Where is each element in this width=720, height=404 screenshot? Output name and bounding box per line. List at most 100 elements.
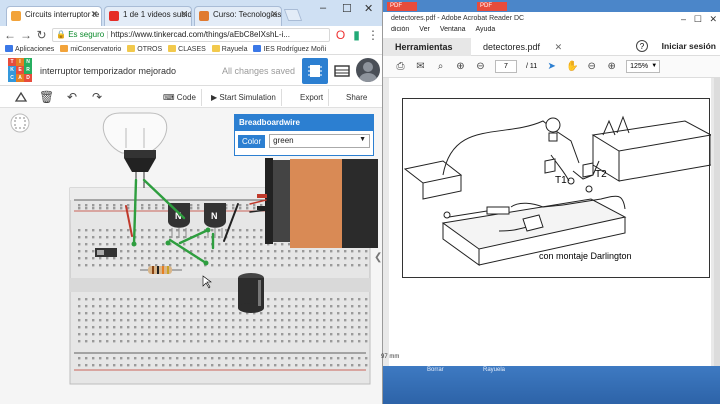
menu-window[interactable]: Ventana bbox=[440, 26, 466, 38]
bookmark-otros[interactable]: OTROS bbox=[127, 44, 162, 53]
menu-edit[interactable]: dición bbox=[391, 26, 409, 38]
page-number-input[interactable]: 7 bbox=[495, 60, 517, 73]
menu-icon[interactable]: ⋮ bbox=[367, 28, 379, 42]
breadboard-hole bbox=[169, 312, 172, 315]
component-list-button[interactable] bbox=[332, 58, 352, 84]
breadboard-hole bbox=[141, 207, 144, 210]
close-icon[interactable]: ✕ bbox=[180, 9, 188, 20]
breadboard-hole bbox=[211, 326, 214, 329]
breadboard-hole bbox=[148, 312, 151, 315]
battery-9v[interactable] bbox=[257, 158, 378, 248]
email-icon[interactable]: ✉ bbox=[415, 61, 426, 72]
breadboard-hole bbox=[365, 340, 368, 343]
menu-view[interactable]: Ver bbox=[419, 26, 430, 38]
print-icon[interactable]: ⎙ bbox=[395, 61, 406, 72]
close-window-icon[interactable]: ✕ bbox=[709, 14, 717, 25]
back-icon[interactable]: ← bbox=[4, 28, 16, 42]
minimize-icon[interactable]: – bbox=[320, 2, 326, 14]
forward-icon[interactable]: → bbox=[20, 28, 32, 42]
close-window-icon[interactable]: ✕ bbox=[364, 2, 373, 15]
breadboard-hole bbox=[365, 298, 368, 301]
breadboard-hole bbox=[155, 250, 158, 253]
zoom-out-icon[interactable]: ⊖ bbox=[586, 61, 597, 72]
document-canvas[interactable]: T1 T2 con montaje Darlington bbox=[383, 78, 720, 366]
bookmark-clases[interactable]: CLASES bbox=[168, 44, 206, 53]
breadboard-hole bbox=[316, 340, 319, 343]
new-tab-button[interactable] bbox=[283, 9, 303, 21]
desktop-background: Borrar Rayuela bbox=[383, 366, 720, 404]
select-cursor-icon[interactable]: ➤ bbox=[546, 61, 557, 72]
tab-tools[interactable]: Herramientas bbox=[383, 37, 471, 56]
page-down-icon[interactable]: ⊖ bbox=[475, 61, 486, 72]
breadboard-hole bbox=[218, 333, 221, 336]
light-bulb[interactable] bbox=[102, 112, 168, 188]
desktop-label[interactable]: Rayuela bbox=[483, 367, 505, 373]
bookmark-conservatorio[interactable]: miConservatorio bbox=[60, 44, 121, 53]
tinkercad-header: T I N K E R C A D interruptor temporizad… bbox=[0, 55, 382, 86]
maximize-icon[interactable]: ☐ bbox=[342, 2, 352, 15]
undo-icon[interactable]: ↶ bbox=[65, 90, 79, 104]
sign-in-link[interactable]: Iniciar sesión bbox=[662, 41, 716, 51]
circuit-illustration: T1 T2 con montaje Darlington bbox=[402, 98, 713, 278]
opera-extension-icon[interactable]: O bbox=[335, 28, 346, 42]
close-icon[interactable]: ✕ bbox=[270, 9, 278, 20]
menu-help[interactable]: Ayuda bbox=[476, 26, 496, 38]
minimize-icon[interactable]: – bbox=[681, 14, 686, 24]
start-simulation-button[interactable]: ▶ Start Simulation bbox=[206, 89, 282, 106]
maximize-icon[interactable]: ☐ bbox=[694, 14, 702, 25]
close-icon[interactable]: ✕ bbox=[90, 9, 98, 20]
breadboard-hole bbox=[295, 257, 298, 260]
breadboard-hole bbox=[99, 333, 102, 336]
rotate-icon[interactable] bbox=[14, 90, 28, 104]
circuit-workspace[interactable]: N N ❮ Breadboardwire Color green ▼ bbox=[0, 108, 382, 404]
tab-tinkercad[interactable]: Circuits interruptor te ✕ bbox=[6, 6, 102, 26]
tab-document[interactable]: detectores.pdf ✕ bbox=[471, 38, 574, 56]
breadboard-hole bbox=[239, 207, 242, 210]
pdf-tab[interactable]: PDF bbox=[477, 2, 507, 11]
avatar[interactable] bbox=[356, 58, 380, 82]
breadboard-hole bbox=[183, 257, 186, 260]
slide-switch[interactable] bbox=[95, 248, 117, 257]
search-icon[interactable]: ⌕ bbox=[435, 61, 446, 72]
url-input[interactable]: 🔒 Es seguro | https://www.tinkercad.com/… bbox=[52, 27, 330, 42]
project-title[interactable]: interruptor temporizador mejorado bbox=[40, 66, 176, 76]
page-up-icon[interactable]: ⊕ bbox=[455, 61, 466, 72]
breadboard-hole bbox=[309, 250, 312, 253]
breadboard-hole bbox=[281, 340, 284, 343]
bookmark-apps[interactable]: Aplicaciones bbox=[5, 44, 54, 53]
desktop-label[interactable]: Borrar bbox=[427, 367, 444, 373]
breadboard-hole bbox=[323, 312, 326, 315]
vertical-scrollbar[interactable] bbox=[714, 78, 720, 366]
color-select[interactable]: green ▼ bbox=[269, 134, 370, 148]
share-button[interactable]: Share bbox=[341, 89, 372, 106]
redo-icon[interactable]: ↷ bbox=[90, 90, 104, 104]
hand-icon[interactable]: ✋ bbox=[566, 61, 578, 72]
breadboard-hole bbox=[288, 250, 291, 253]
breadboard-hole bbox=[120, 340, 123, 343]
tab-course[interactable]: Curso: Tecnologías 4 ✕ bbox=[194, 6, 282, 26]
pdf-tab[interactable]: PDF bbox=[387, 2, 417, 11]
zoom-select[interactable]: 125% ▼ bbox=[626, 60, 661, 73]
fit-view-icon[interactable] bbox=[10, 113, 30, 133]
breadboard-hole bbox=[99, 257, 102, 260]
delete-icon[interactable]: 🗑 bbox=[39, 90, 54, 104]
circuit-view-button[interactable] bbox=[302, 58, 328, 84]
help-icon[interactable]: ? bbox=[636, 40, 648, 52]
breadboard-hole bbox=[358, 312, 361, 315]
chevron-left-icon[interactable]: ❮ bbox=[374, 252, 382, 263]
capacitor[interactable] bbox=[238, 273, 264, 313]
code-button[interactable]: ⌨ Code bbox=[158, 89, 202, 106]
breadboard-hole bbox=[204, 243, 207, 246]
zoom-in-icon[interactable]: ⊕ bbox=[606, 61, 617, 72]
bookmark-ies[interactable]: IES Rodríguez Moñi bbox=[253, 44, 326, 53]
tab-youtube[interactable]: 1 de 1 videos subido ✕ bbox=[104, 6, 192, 26]
export-button[interactable]: Export bbox=[295, 89, 330, 106]
breadboard-hole bbox=[316, 333, 319, 336]
tinkercad-logo[interactable]: T I N K E R C A D bbox=[8, 58, 32, 82]
close-icon[interactable]: ✕ bbox=[555, 42, 563, 52]
breadboard-hole bbox=[274, 312, 277, 315]
extension-icon[interactable]: ▮ bbox=[351, 28, 362, 42]
bookmark-rayuela[interactable]: Rayuela bbox=[211, 44, 247, 53]
breadboard-hole bbox=[225, 250, 228, 253]
reload-icon[interactable]: ↻ bbox=[36, 28, 47, 42]
